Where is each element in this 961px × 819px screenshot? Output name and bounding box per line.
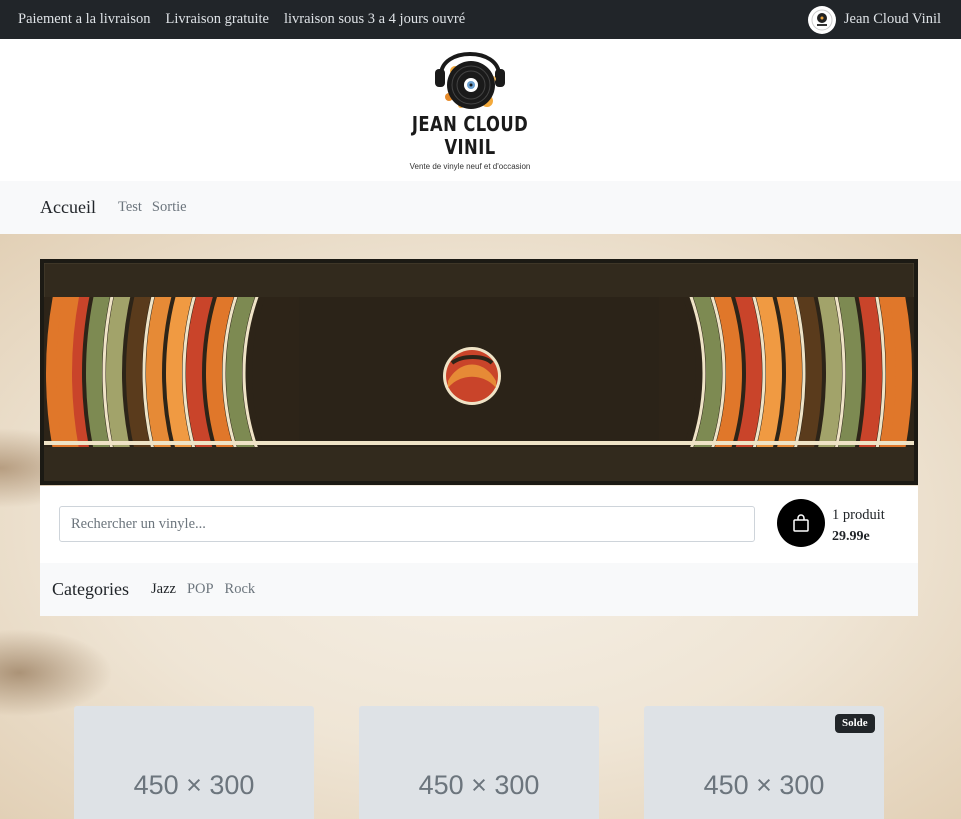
vinyl-headphones-logo-icon xyxy=(435,52,505,109)
info-shipping: Livraison gratuite xyxy=(165,11,269,27)
product-card[interactable]: Solde 450 × 300 xyxy=(644,706,884,819)
main-nav: Accueil Test Sortie xyxy=(0,181,961,234)
search-section: 1 produit 29.99e xyxy=(40,486,918,563)
account-name: Jean Cloud Vinil xyxy=(843,11,941,27)
cart-summary: 1 produit 29.99e xyxy=(832,504,885,548)
retro-vinyl-banner-image xyxy=(44,263,914,481)
sale-badge: Solde xyxy=(835,714,875,733)
cart-count: 1 produit xyxy=(832,507,885,523)
logo-title: JEAN CLOUD VINIL xyxy=(411,112,529,159)
logo-header: JEAN CLOUD VINIL Vente de vinyle neuf et… xyxy=(0,39,961,181)
nav-link-test[interactable]: Test xyxy=(118,199,142,216)
info-delivery-time: livraison sous 3 a 4 jours ouvré xyxy=(283,11,466,27)
category-rock[interactable]: Rock xyxy=(225,581,256,598)
site-logo[interactable]: JEAN CLOUD VINIL Vente de vinyle neuf et… xyxy=(395,41,545,179)
cart-total: 29.99e xyxy=(832,529,870,544)
categories-title: Categories xyxy=(52,579,129,599)
info-payment: Paiement a la livraison xyxy=(18,11,151,27)
categories-bar: Categories Jazz POP Rock xyxy=(40,563,918,616)
product-card[interactable]: 450 × 300 xyxy=(74,706,314,819)
cart-button[interactable] xyxy=(777,499,825,547)
product-image-placeholder: 450 × 300 xyxy=(418,770,540,800)
product-image-placeholder: 450 × 300 xyxy=(133,770,255,800)
product-card[interactable]: 450 × 300 xyxy=(359,706,599,819)
shopping-bag-icon xyxy=(793,514,809,532)
hero-banner xyxy=(40,259,918,485)
logo-subtitle: Vente de vinyle neuf et d'occasion xyxy=(409,162,531,171)
search-input[interactable] xyxy=(59,506,755,542)
category-jazz[interactable]: Jazz xyxy=(151,581,176,598)
category-pop[interactable]: POP xyxy=(187,581,214,598)
nav-link-sortie[interactable]: Sortie xyxy=(152,199,187,216)
user-avatar-icon xyxy=(807,5,836,34)
top-info-bar: Paiement a la livraison Livraison gratui… xyxy=(0,0,961,39)
nav-home[interactable]: Accueil xyxy=(40,197,96,218)
product-image-placeholder: 450 × 300 xyxy=(703,770,825,800)
account-link[interactable]: Jean Cloud Vinil xyxy=(807,5,941,34)
